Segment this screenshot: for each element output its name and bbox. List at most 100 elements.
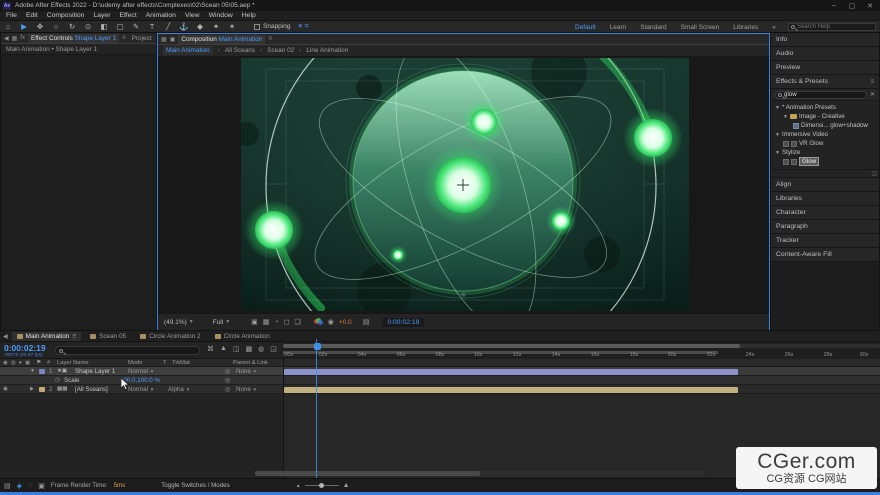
panel-tracker[interactable]: Tracker <box>771 234 879 248</box>
tab-composition[interactable]: Composition Main Animation <box>178 35 265 44</box>
crumb-main-animation[interactable]: Main Animation <box>163 46 213 55</box>
crumb-scean-02[interactable]: Scean 02 <box>267 47 294 54</box>
lock-icon[interactable]: ▣ <box>25 360 30 366</box>
clone-stamp-tool-icon[interactable]: ◆ <box>192 22 208 31</box>
tab-project[interactable]: Project <box>129 34 155 43</box>
snapping-checkbox[interactable] <box>254 24 260 30</box>
layer-color-swatch[interactable] <box>39 369 45 374</box>
tab-effect-controls[interactable]: Effect Controls Shape Layer 1 <box>28 34 119 43</box>
panel-audio[interactable]: Audio <box>771 47 879 61</box>
blend-mode-dropdown[interactable]: Normal ▼ <box>128 386 154 393</box>
composition-canvas[interactable] <box>241 58 689 311</box>
crumb-all-sceans[interactable]: All Sceans <box>225 47 255 54</box>
transparency-grid-icon[interactable]: ▦ <box>263 318 270 326</box>
col-t[interactable]: T <box>163 360 167 366</box>
timeline-search[interactable] <box>55 346 200 355</box>
current-time-display[interactable]: 0:00:02:19 <box>4 343 46 353</box>
menu-edit[interactable]: Edit <box>26 12 38 19</box>
property-name[interactable]: Scale <box>64 377 79 384</box>
help-icon[interactable]: ◌ <box>28 482 32 489</box>
time-ruler[interactable]: :00s 02s 04s 06s 08s 10s 12s 14s 16s 18s… <box>283 342 880 359</box>
tree-vr-glow[interactable]: VR Glow <box>771 139 879 148</box>
pen-tool-icon[interactable]: ✎ <box>128 22 144 31</box>
motion-blur-icon[interactable]: ◍ <box>258 345 264 353</box>
col-trkmat[interactable]: TrkMat <box>172 360 190 366</box>
layer-name[interactable]: [All Sceans] <box>75 386 108 393</box>
adjust-exposure-icon[interactable]: ◉ <box>328 318 334 326</box>
layer-name[interactable]: Shape Layer 1 <box>75 368 115 375</box>
twirl-down-icon[interactable]: ▼ <box>775 132 780 138</box>
panel-info[interactable]: Info <box>771 33 879 47</box>
panel-preview[interactable]: Preview <box>771 61 879 75</box>
timeline-tab-circle-animation-2[interactable]: Circle Animation 2 <box>135 332 206 341</box>
rotation-tool-icon[interactable]: ⊙ <box>80 22 96 31</box>
mini-flowchart-icon[interactable]: ⌘ <box>207 345 214 353</box>
time-navigator-thumb[interactable] <box>283 344 740 348</box>
region-of-interest-icon[interactable]: ▣ <box>251 318 258 326</box>
workspace-default[interactable]: Default <box>575 24 596 31</box>
tree-glow-selected[interactable]: Glow <box>771 157 879 166</box>
menu-effect[interactable]: Effect <box>119 12 136 19</box>
timeline-tab-circle-animation[interactable]: Circle Animation <box>210 332 275 341</box>
playhead-line[interactable] <box>316 339 317 478</box>
zoom-tool-icon[interactable]: ○ <box>48 22 64 31</box>
timeline-tab-main-animation[interactable]: Main Animation ≡ <box>12 332 81 341</box>
blend-mode-dropdown[interactable]: Normal ▼ <box>128 368 154 375</box>
minimize-button[interactable]: – <box>827 2 841 9</box>
parent-pickwhip-icon[interactable]: ◎ <box>225 368 230 375</box>
tree-immersive-video[interactable]: ▼ Immersive Video <box>771 130 879 139</box>
viewer-timecode[interactable]: 0:00:02:19 <box>382 318 424 327</box>
database-icon[interactable]: ▤ <box>4 482 11 490</box>
snapshot-camera-icon[interactable]: ▤ <box>363 318 370 326</box>
layer-color-swatch[interactable] <box>39 387 45 392</box>
panel-character[interactable]: Character <box>771 206 879 220</box>
solo-icon[interactable]: ● <box>19 360 22 366</box>
close-button[interactable]: ✕ <box>863 2 877 10</box>
guides-options-icon[interactable]: ◻ <box>284 318 290 326</box>
clear-search-icon[interactable]: ✕ <box>870 91 875 98</box>
scrollbar-thumb[interactable] <box>255 471 480 476</box>
parent-dropdown[interactable]: None ▼ <box>236 368 257 375</box>
comment-icon[interactable]: ❑ <box>294 318 300 326</box>
effects-search-field[interactable] <box>775 91 867 99</box>
col-parent-link[interactable]: Parent & Link <box>233 360 268 366</box>
twirl-down-icon[interactable]: ▼ <box>30 368 35 374</box>
snapping-toggle[interactable]: Snapping ✕ ⌗ <box>254 22 308 31</box>
selection-tool-icon[interactable]: ▶ <box>16 22 32 31</box>
shy-layers-icon[interactable]: ◫ <box>233 345 240 353</box>
tree-dimension-glow-shadow[interactable]: Dimensi... glow+shadow <box>771 121 879 130</box>
panel-menu-icon[interactable]: ≡ <box>268 36 272 42</box>
frame-blending-icon[interactable]: ▩ <box>246 345 253 353</box>
menu-layer[interactable]: Layer <box>93 12 110 19</box>
twirl-right-icon[interactable]: ▶ <box>30 386 34 392</box>
trkmat-dropdown[interactable]: Alpha ▼ <box>168 386 190 393</box>
workspace-learn[interactable]: Learn <box>610 24 627 31</box>
work-area-bar[interactable] <box>283 351 718 354</box>
magnification-dropdown[interactable]: (49.1%)▼ <box>164 319 194 326</box>
panel-resize-grip[interactable] <box>771 170 879 178</box>
workspace-standard[interactable]: Standard <box>640 24 666 31</box>
folder-icon[interactable]: ▣ <box>38 482 45 490</box>
eye-icon[interactable]: ◉ <box>3 360 8 366</box>
property-track[interactable] <box>283 376 880 384</box>
audio-icon[interactable]: ◍ <box>11 360 16 366</box>
panel-menu-icon[interactable]: ≡ <box>870 79 874 85</box>
shape-tool-icon[interactable]: ▢ <box>112 22 128 31</box>
twirl-down-icon[interactable]: ▼ <box>775 150 780 156</box>
timeline-tab-scean-05[interactable]: Scean 05 <box>85 332 131 341</box>
property-pickwhip-icon[interactable]: ◎ <box>225 377 230 384</box>
brush-tool-icon[interactable]: ⚓ <box>176 22 192 31</box>
workspace-libraries[interactable]: Libraries <box>733 24 758 31</box>
crumb-line-animation[interactable]: Line Animation <box>306 47 348 54</box>
panel-content-aware-fill[interactable]: Content-Aware Fill <box>771 248 879 262</box>
toggle-switches-button[interactable]: Toggle Switches / Modes <box>161 482 229 489</box>
workspace-small-screen[interactable]: Small Screen <box>681 24 720 31</box>
panel-menu-icon[interactable]: ≡ <box>72 333 76 340</box>
timeline-horizontal-scrollbar[interactable] <box>255 471 705 476</box>
panel-effects-presets[interactable]: Effects & Presets ≡ <box>771 75 879 89</box>
draft-3d-icon[interactable]: ▲ <box>220 345 227 353</box>
menu-window[interactable]: Window <box>209 12 233 19</box>
layer-duration-bar[interactable] <box>284 387 738 393</box>
playhead-grip[interactable] <box>314 343 321 350</box>
eye-icon[interactable]: ◉ <box>3 386 8 392</box>
